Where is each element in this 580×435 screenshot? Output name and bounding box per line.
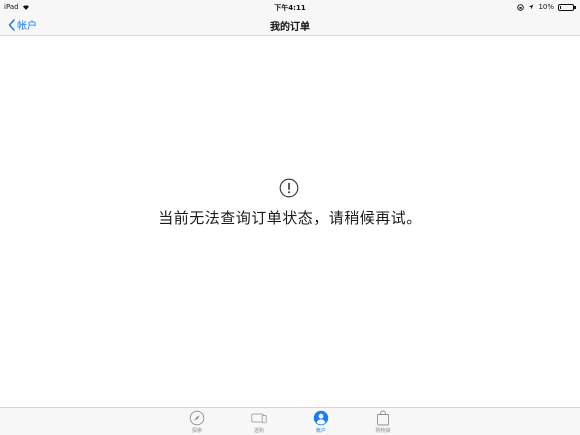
tab-account[interactable]: 帐户	[299, 410, 343, 435]
battery-icon	[558, 3, 576, 11]
status-time: 下午4:11	[274, 4, 306, 12]
tab-bag[interactable]: 购物袋	[361, 410, 405, 435]
page-title: 我的订单	[270, 22, 310, 33]
alert-icon	[279, 178, 299, 198]
tab-bar: 探索 选购 帐户 购物袋	[0, 407, 580, 435]
tab-label: 选购	[253, 428, 264, 434]
tab-explore[interactable]: 探索	[175, 410, 219, 435]
status-right: 10%	[517, 3, 576, 11]
tab-shop[interactable]: 选购	[237, 410, 281, 435]
status-bar: iPad 下午4:11 10%	[0, 0, 580, 14]
tab-label: 购物袋	[375, 428, 391, 434]
devices-icon	[251, 413, 267, 424]
lock-rotation-icon	[517, 3, 525, 11]
battery-fill	[560, 5, 561, 9]
tab-label: 帐户	[315, 428, 326, 434]
person-icon	[313, 410, 329, 426]
bag-icon	[377, 410, 389, 426]
compass-icon	[189, 410, 205, 426]
navigation-bar: 帐户 我的订单	[0, 14, 580, 36]
error-message: 当前无法查询订单状态，请稍候再试。	[158, 209, 422, 227]
location-arrow-icon	[529, 4, 534, 10]
main-content: 当前无法查询订单状态，请稍候再试。	[0, 37, 580, 407]
tab-label: 探索	[191, 428, 202, 434]
battery-percent: 10%	[538, 3, 554, 11]
screen: iPad 下午4:11 10% 帐户 我的订单 当前无法查询订单状态，请稍候再试…	[0, 0, 580, 435]
